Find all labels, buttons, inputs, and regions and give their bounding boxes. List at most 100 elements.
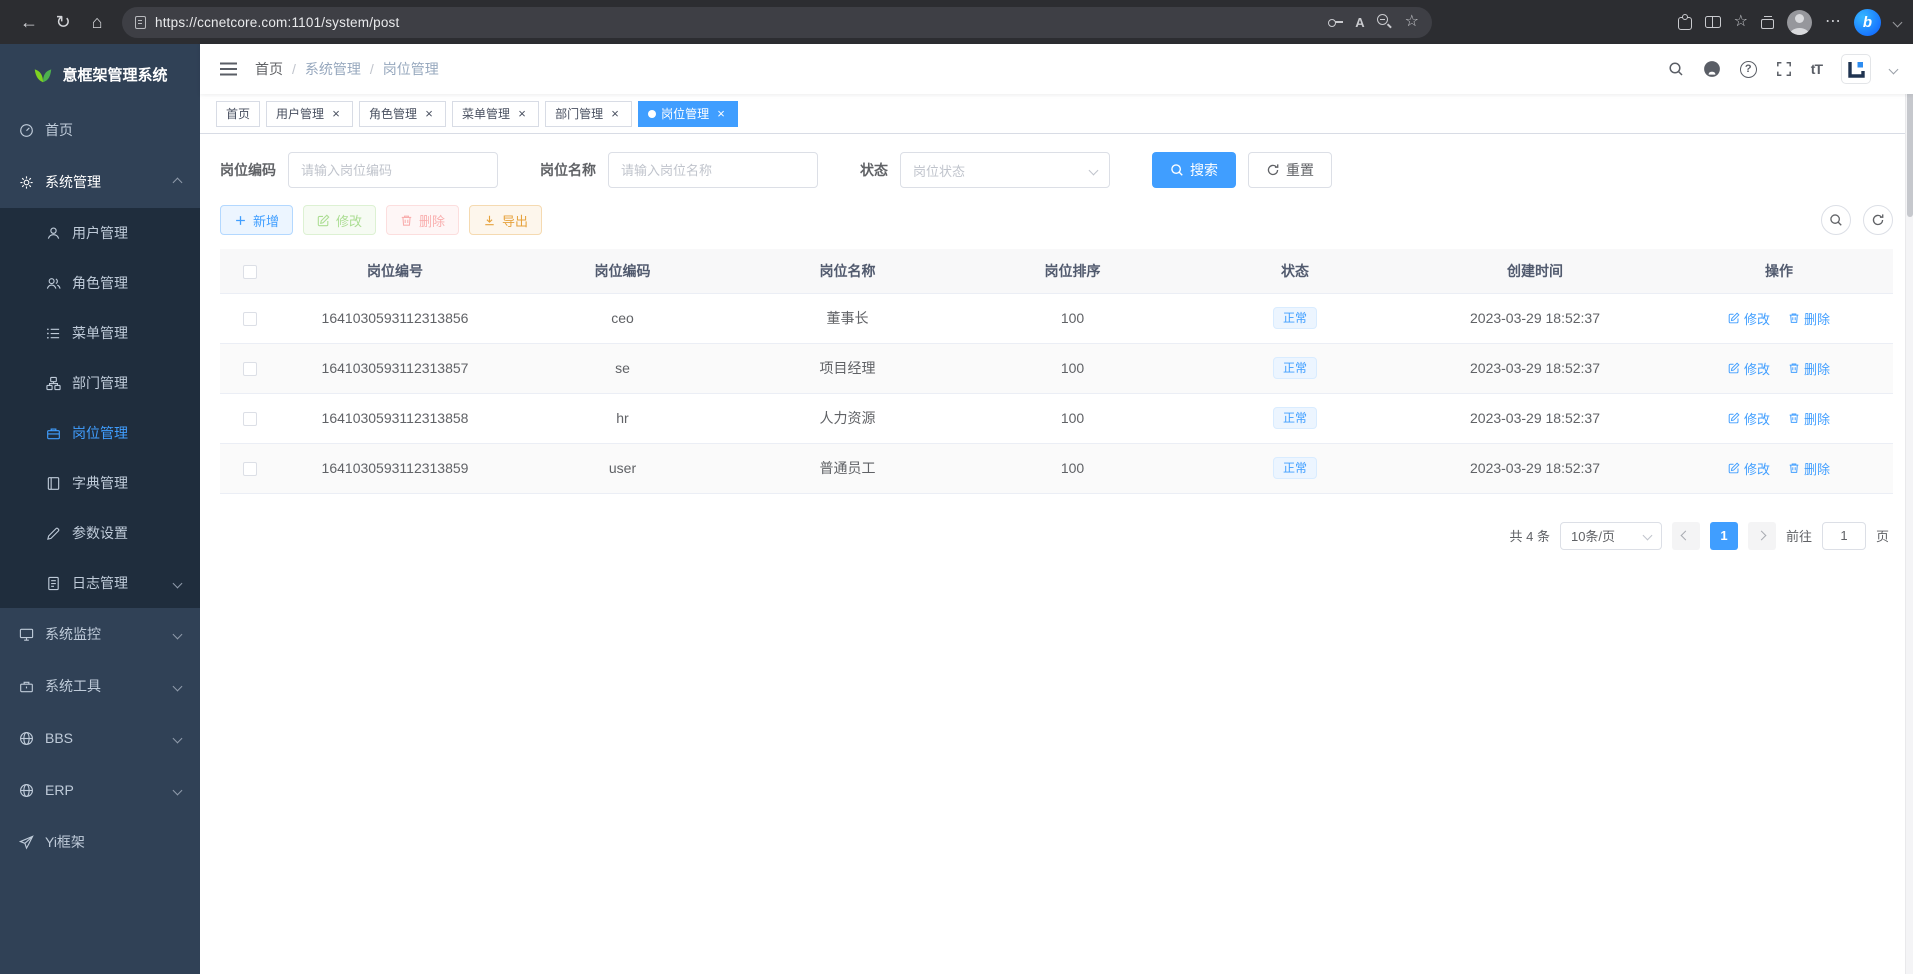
row-edit-link[interactable]: 修改 <box>1728 309 1770 328</box>
sidebar-item-system[interactable]: 系统管理 <box>0 156 200 208</box>
top-navbar: 首页 / 系统管理 / 岗位管理 ? tT <box>200 44 1913 94</box>
row-checkbox[interactable] <box>243 412 257 426</box>
row-edit-link[interactable]: 修改 <box>1728 359 1770 378</box>
row-edit-link[interactable]: 修改 <box>1728 409 1770 428</box>
browser-home-icon[interactable]: ⌂ <box>80 6 114 38</box>
row-delete-link[interactable]: 删除 <box>1788 359 1830 378</box>
sidebar: 意框架管理系统 首页 系统管理 用户管理 角色管理 菜单管理 <box>0 44 200 974</box>
row-delete-link[interactable]: 删除 <box>1788 459 1830 478</box>
status-select[interactable]: 岗位状态 <box>900 152 1110 188</box>
breadcrumb-separator: / <box>370 61 374 77</box>
close-icon[interactable]: × <box>714 107 728 121</box>
select-all-checkbox[interactable] <box>243 265 257 279</box>
tab-dept[interactable]: 部门管理 × <box>545 101 632 127</box>
reset-button[interactable]: 重置 <box>1248 152 1332 188</box>
trash-icon <box>1788 362 1800 374</box>
post-name-input[interactable] <box>608 152 818 188</box>
post-code-label: 岗位编码 <box>220 160 276 180</box>
search-icon <box>1170 163 1184 177</box>
page-size-select[interactable]: 10条/页 <box>1560 522 1662 550</box>
row-delete-link[interactable]: 删除 <box>1788 409 1830 428</box>
row-checkbox[interactable] <box>243 312 257 326</box>
row-checkbox[interactable] <box>243 462 257 476</box>
sidebar-item-log[interactable]: 日志管理 <box>0 558 200 608</box>
site-info-icon[interactable] <box>135 16 146 29</box>
page-scrollbar[interactable] <box>1905 44 1913 974</box>
sidebar-item-home[interactable]: 首页 <box>0 104 200 156</box>
font-size-icon[interactable]: tT <box>1811 61 1822 77</box>
tab-menu[interactable]: 菜单管理 × <box>452 101 539 127</box>
breadcrumb-system[interactable]: 系统管理 <box>305 59 361 79</box>
goto-page-input[interactable] <box>1822 522 1866 550</box>
tab-role[interactable]: 角色管理 × <box>359 101 446 127</box>
delete-button[interactable]: 删除 <box>386 205 459 235</box>
row-delete-link[interactable]: 删除 <box>1788 309 1830 328</box>
close-icon[interactable]: × <box>608 107 622 121</box>
row-checkbox[interactable] <box>243 362 257 376</box>
next-page-button[interactable] <box>1748 522 1776 550</box>
post-sort-cell: 100 <box>960 443 1185 493</box>
breadcrumb-home[interactable]: 首页 <box>255 59 283 79</box>
sidebar-item-bbs[interactable]: BBS <box>0 712 200 764</box>
breadcrumb: 首页 / 系统管理 / 岗位管理 <box>255 59 439 79</box>
tab-user[interactable]: 用户管理 × <box>266 101 353 127</box>
search-icon[interactable] <box>1668 61 1684 77</box>
tab-home[interactable]: 首页 <box>216 101 260 127</box>
browser-refresh-icon[interactable]: ↻ <box>46 6 80 38</box>
tab-label: 角色管理 <box>369 105 417 122</box>
post-code-input[interactable] <box>288 152 498 188</box>
settings-menu-icon[interactable]: ⋯ <box>1825 14 1841 30</box>
browser-profile-avatar[interactable] <box>1787 10 1812 35</box>
sidebar-item-yi[interactable]: Yi框架 <box>0 816 200 868</box>
sidebar-item-dict[interactable]: 字典管理 <box>0 458 200 508</box>
sidebar-item-monitor[interactable]: 系统监控 <box>0 608 200 660</box>
dashboard-icon <box>19 123 34 138</box>
sidebar-item-user[interactable]: 用户管理 <box>0 208 200 258</box>
sidebar-item-param[interactable]: 参数设置 <box>0 508 200 558</box>
close-icon[interactable]: × <box>329 107 343 121</box>
github-icon[interactable] <box>1703 60 1721 78</box>
help-icon[interactable]: ? <box>1740 61 1757 78</box>
search-button[interactable]: 搜索 <box>1152 152 1236 188</box>
sidebar-item-menu[interactable]: 菜单管理 <box>0 308 200 358</box>
toggle-search-button[interactable] <box>1821 205 1851 235</box>
browser-caret-icon[interactable] <box>1893 17 1903 27</box>
chevron-down-icon[interactable] <box>1889 64 1899 74</box>
row-edit-link[interactable]: 修改 <box>1728 459 1770 478</box>
edit-link-label: 修改 <box>1744 409 1770 428</box>
sidebar-item-tools[interactable]: 系统工具 <box>0 660 200 712</box>
page-number-current[interactable]: 1 <box>1710 522 1738 550</box>
bing-sidebar-icon[interactable]: b <box>1854 9 1881 36</box>
split-screen-icon[interactable] <box>1705 16 1721 28</box>
refresh-table-button[interactable] <box>1863 205 1893 235</box>
add-button[interactable]: 新增 <box>220 205 293 235</box>
add-favorite-star-icon[interactable]: ☆ <box>1405 14 1419 30</box>
user-avatar[interactable] <box>1841 54 1871 84</box>
sidebar-item-erp[interactable]: ERP <box>0 764 200 816</box>
close-icon[interactable]: × <box>422 107 436 121</box>
read-aloud-icon[interactable]: A <box>1355 15 1364 30</box>
collections-icon[interactable] <box>1761 19 1774 29</box>
favorites-icon[interactable]: ☆ <box>1734 14 1748 30</box>
zoom-out-icon[interactable] <box>1377 14 1393 30</box>
app-logo[interactable]: 意框架管理系统 <box>0 44 200 104</box>
sidebar-toggle-icon[interactable] <box>216 58 240 80</box>
sidebar-item-post[interactable]: 岗位管理 <box>0 408 200 458</box>
edit-button[interactable]: 修改 <box>303 205 376 235</box>
export-button[interactable]: 导出 <box>469 205 542 235</box>
fullscreen-icon[interactable] <box>1776 61 1792 77</box>
url-text[interactable]: https://ccnetcore.com:1101/system/post <box>155 15 1319 30</box>
browser-back-icon[interactable]: ← <box>12 6 46 38</box>
tab-post[interactable]: 岗位管理 × <box>638 101 738 127</box>
extensions-icon[interactable] <box>1678 17 1692 30</box>
add-button-label: 新增 <box>253 211 279 230</box>
address-bar[interactable]: https://ccnetcore.com:1101/system/post A… <box>122 7 1432 38</box>
table-row: 1641030593112313857 se 项目经理 100 正常 2023-… <box>220 343 1893 393</box>
sidebar-item-dept[interactable]: 部门管理 <box>0 358 200 408</box>
sidebar-item-role[interactable]: 角色管理 <box>0 258 200 308</box>
prev-page-button[interactable] <box>1672 522 1700 550</box>
password-key-icon[interactable] <box>1328 15 1343 30</box>
close-icon[interactable]: × <box>515 107 529 121</box>
table-header-row: 岗位编号 岗位编码 岗位名称 岗位排序 状态 创建时间 操作 <box>220 249 1893 293</box>
status-label: 状态 <box>860 160 888 180</box>
